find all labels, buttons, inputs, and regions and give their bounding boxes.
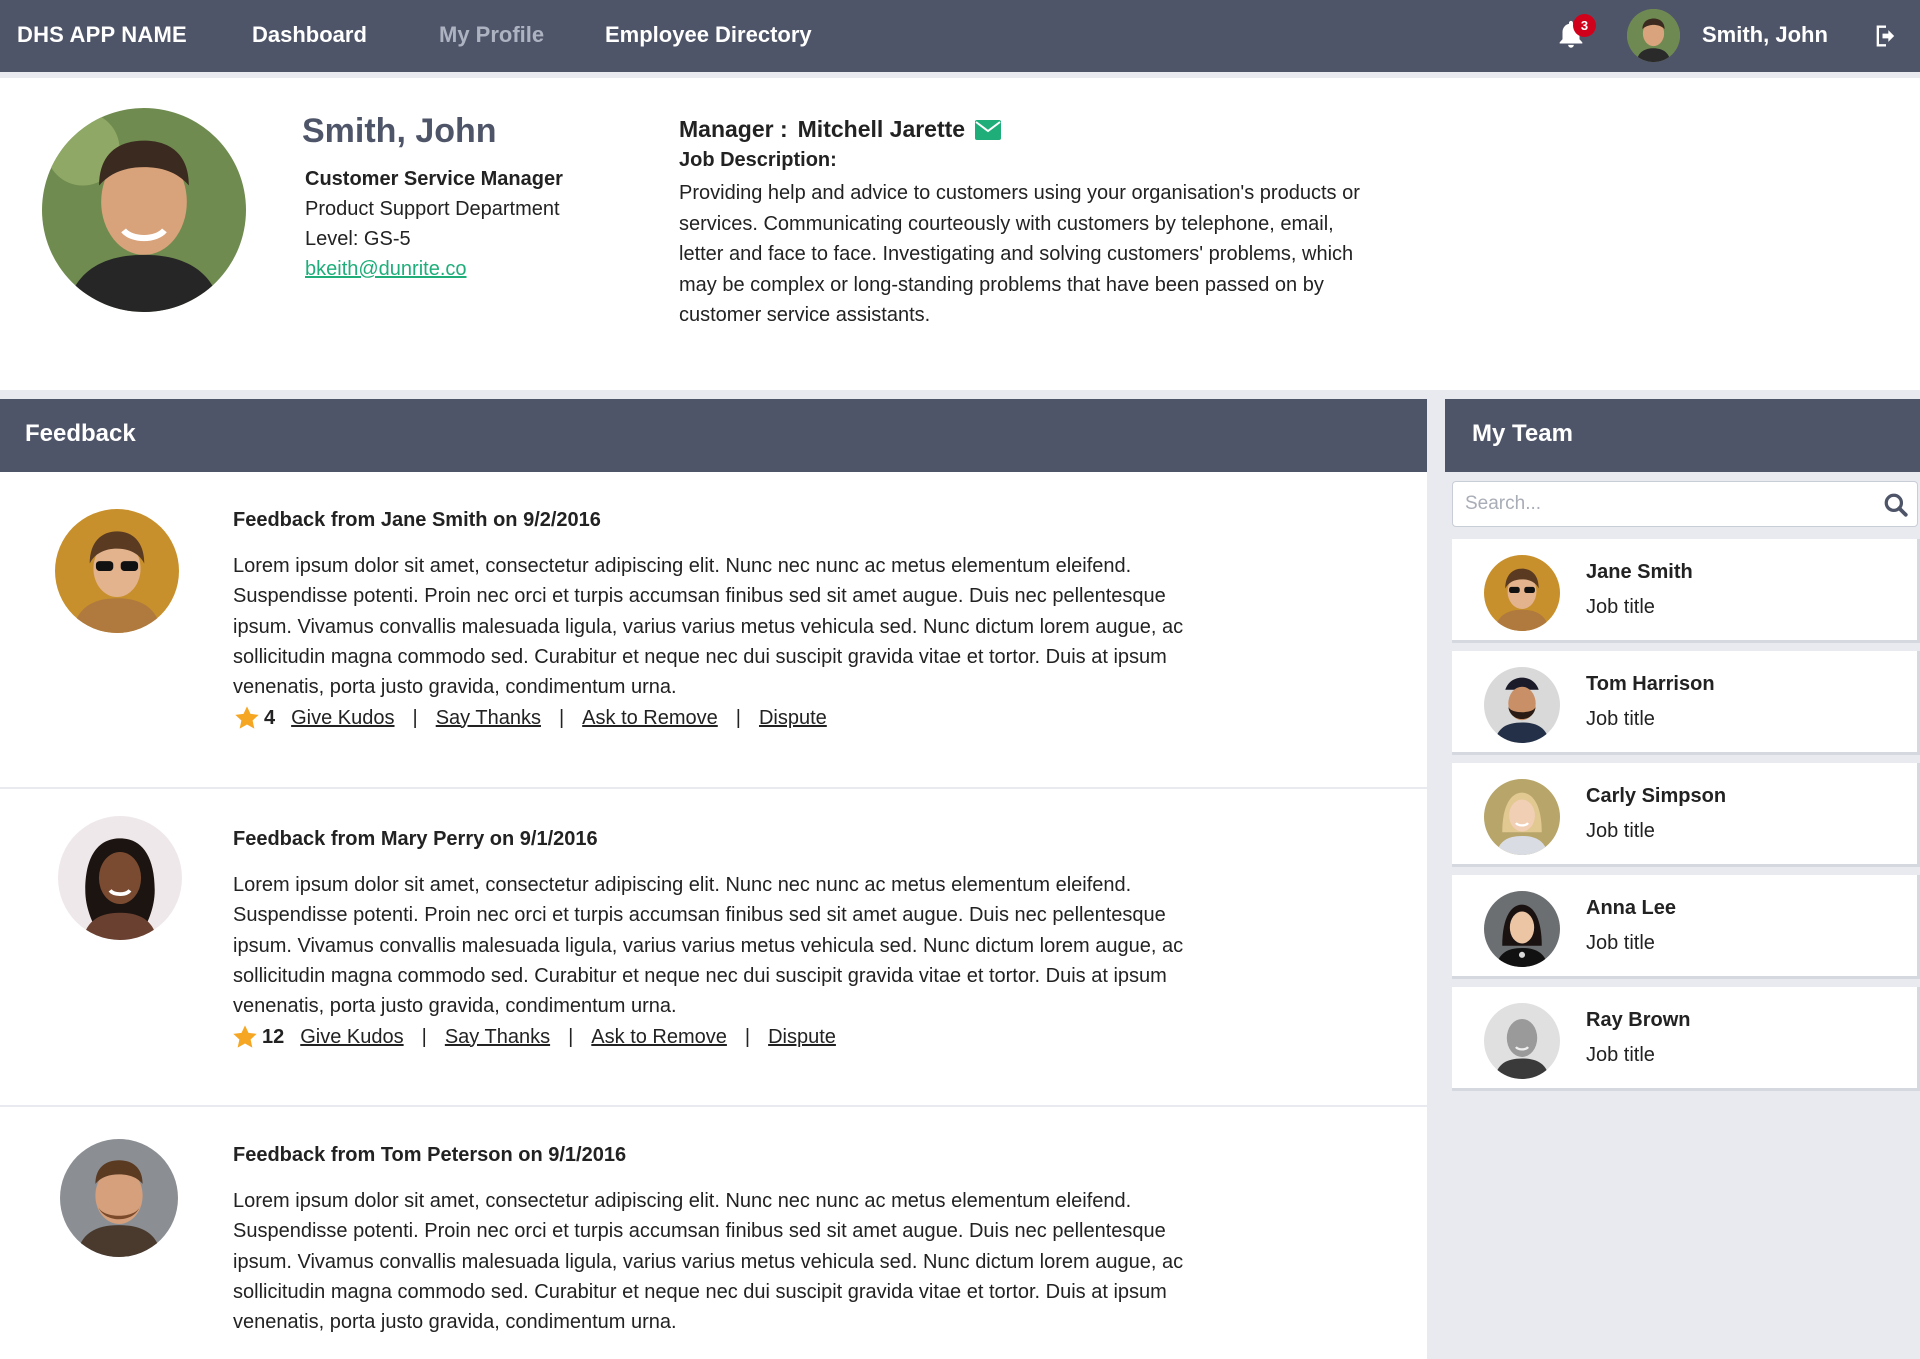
give-kudos-link[interactable]: Give Kudos: [300, 1026, 403, 1049]
team-member-name: Ray Brown: [1586, 1009, 1691, 1031]
feedback-body: Lorem ipsum dolor sit amet, consectetur …: [233, 1190, 1184, 1334]
feedback-item: Feedback from Tom Peterson on 9/1/2016 L…: [0, 1107, 1427, 1359]
job-description-text: Providing help and advice to customers u…: [679, 182, 1360, 326]
feedback-author-avatar-image: [60, 1139, 178, 1257]
logout-icon[interactable]: [1872, 22, 1900, 50]
star-icon: [235, 706, 259, 729]
ask-to-remove-link[interactable]: Ask to Remove: [582, 707, 718, 730]
manager-row: Manager : Mitchell Jarette: [679, 116, 1002, 143]
action-separator: |: [735, 706, 741, 729]
profile-photo: [42, 108, 246, 312]
ask-to-remove-link[interactable]: Ask to Remove: [591, 1026, 727, 1049]
kudos-count: 4: [264, 706, 276, 729]
user-avatar[interactable]: [1627, 9, 1680, 62]
team-member-avatar: [1484, 667, 1560, 743]
search-icon[interactable]: [1883, 492, 1909, 518]
notification-badge: 3: [1573, 14, 1596, 37]
team-member-name: Jane Smith: [1586, 561, 1693, 583]
give-kudos-link[interactable]: Give Kudos: [291, 707, 394, 730]
profile-department: Product Support Department: [305, 198, 560, 220]
action-separator: |: [412, 706, 418, 729]
team-member-title: Job title: [1586, 932, 1655, 954]
dispute-link[interactable]: Dispute: [768, 1026, 836, 1049]
team-member-name: Carly Simpson: [1586, 785, 1727, 807]
profile-job-title: Customer Service Manager: [305, 168, 563, 190]
feedback-author-avatar-image: [55, 509, 179, 633]
user-name[interactable]: Smith, John: [1702, 22, 1828, 48]
team-member-avatar-image: [1484, 1003, 1560, 1079]
manager-label: Manager :: [679, 116, 788, 142]
team-member-title: Job title: [1586, 708, 1655, 730]
team-member-avatar: [1484, 555, 1560, 631]
kudos-count: 12: [262, 1025, 285, 1048]
team-member-title: Job title: [1586, 820, 1655, 842]
say-thanks-link[interactable]: Say Thanks: [445, 1026, 550, 1049]
feedback-body: Lorem ipsum dolor sit amet, consectetur …: [233, 874, 1184, 1018]
action-separator: |: [568, 1025, 574, 1048]
mail-icon[interactable]: [975, 119, 1002, 140]
team-member-card[interactable]: Anna Lee Job title: [1452, 875, 1920, 979]
profile-name: Smith, John: [302, 112, 497, 150]
feedback-heading: Feedback from Tom Peterson on 9/1/2016: [233, 1144, 627, 1166]
star-icon: [233, 1025, 257, 1048]
feedback-heading: Feedback from Jane Smith on 9/2/2016: [233, 509, 601, 531]
my-team-header: My Team: [1445, 399, 1920, 472]
profile-photo-image: [42, 108, 246, 312]
team-member-avatar: [1484, 1003, 1560, 1079]
team-member-card[interactable]: Jane Smith Job title: [1452, 539, 1920, 643]
feedback-author-avatar: [60, 1139, 178, 1257]
feedback-body: Lorem ipsum dolor sit amet, consectetur …: [233, 555, 1184, 699]
team-member-name: Anna Lee: [1586, 897, 1677, 919]
top-navigation-bar: DHS APP NAME Dashboard My Profile Employ…: [0, 0, 1920, 72]
team-member-avatar: [1484, 891, 1560, 967]
feedback-author-avatar: [58, 816, 182, 940]
team-member-title: Job title: [1586, 596, 1655, 618]
action-separator: |: [421, 1025, 427, 1048]
team-member-card[interactable]: Tom Harrison Job title: [1452, 651, 1920, 755]
manager-name: Mitchell Jarette: [797, 116, 966, 142]
profile-email-link[interactable]: bkeith@dunrite.co: [305, 258, 467, 281]
my-team-panel: My Team Jane Smith Job title: [1445, 399, 1920, 1359]
feedback-heading: Feedback from Mary Perry on 9/1/2016: [233, 828, 598, 850]
nav-my-profile[interactable]: My Profile: [439, 22, 544, 48]
feedback-header: Feedback: [0, 399, 1427, 472]
action-separator: |: [558, 706, 565, 729]
team-member-card[interactable]: Ray Brown Job title: [1452, 987, 1920, 1091]
feedback-item: Feedback from Mary Perry on 9/1/2016 Lor…: [0, 790, 1427, 1107]
team-member-title: Job title: [1586, 1044, 1655, 1066]
profile-level: Level: GS-5: [305, 228, 411, 250]
feedback-actions: 12 Give Kudos | Say Thanks | Ask to Remo…: [231, 1023, 836, 1051]
dispute-link[interactable]: Dispute: [759, 707, 827, 730]
team-search-input[interactable]: [1465, 490, 1865, 518]
team-member-name: Tom Harrison: [1586, 673, 1715, 695]
nav-employee-directory[interactable]: Employee Directory: [605, 22, 812, 48]
team-member-avatar-image: [1484, 891, 1560, 967]
team-member-avatar: [1484, 779, 1560, 855]
profile-header: Smith, John Customer Service Manager Pro…: [0, 72, 1920, 390]
team-search-box: [1452, 481, 1918, 527]
action-separator: |: [744, 1025, 751, 1048]
job-description-label: Job Description:: [679, 149, 837, 171]
nav-dashboard[interactable]: Dashboard: [252, 22, 367, 48]
feedback-panel: Feedback Feedback from Jane Smith on 9/2…: [0, 399, 1427, 1359]
team-member-avatar-image: [1484, 555, 1560, 631]
say-thanks-link[interactable]: Say Thanks: [436, 707, 541, 730]
team-member-avatar-image: [1484, 779, 1560, 855]
team-member-card[interactable]: Carly Simpson Job title: [1452, 763, 1920, 867]
feedback-actions: 4 Give Kudos | Say Thanks | Ask to Remov…: [233, 704, 827, 732]
feedback-author-avatar: [55, 509, 179, 633]
feedback-author-avatar-image: [58, 816, 182, 940]
app-name[interactable]: DHS APP NAME: [17, 22, 187, 48]
feedback-item: Feedback from Jane Smith on 9/2/2016 Lor…: [0, 472, 1427, 789]
team-member-avatar-image: [1484, 667, 1560, 743]
user-avatar-image: [1627, 9, 1680, 62]
